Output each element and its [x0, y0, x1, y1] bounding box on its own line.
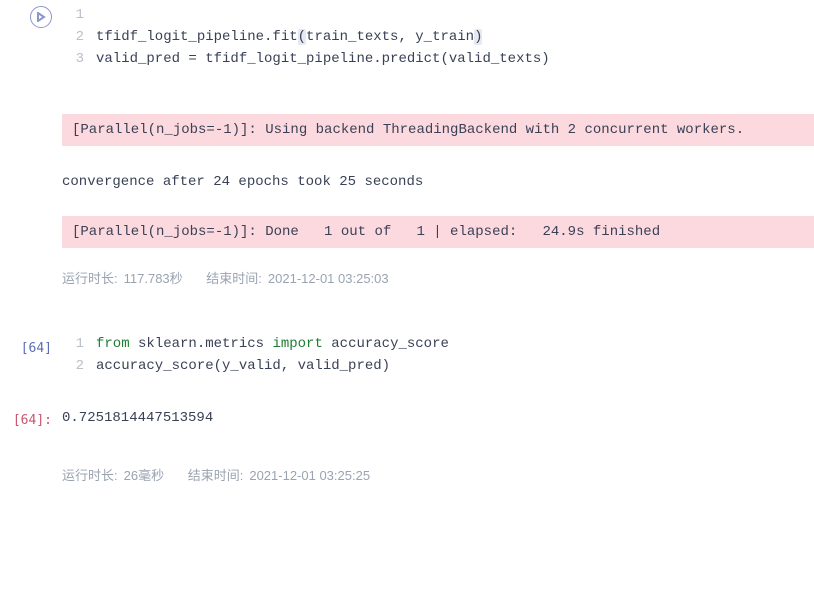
cell-content: 0.7251814447513594 运行时长: 26毫秒 结束时间: 2021-1…: [62, 401, 814, 498]
code-cell-1: 1 2 3 tfidf_logit_pipeline.fit(train_tex…: [0, 0, 814, 301]
cell-content: 1 2 3 tfidf_logit_pipeline.fit(train_tex…: [62, 0, 814, 301]
code-line: [96, 4, 814, 26]
code-line: accuracy_score(y_valid, valid_pred): [96, 355, 814, 377]
line-numbers: 1 2 3: [62, 4, 96, 70]
code-line: valid_pred = tfidf_logit_pipeline.predic…: [96, 48, 814, 70]
runtime-value: 26毫秒: [124, 468, 164, 483]
line-number: 1: [62, 4, 84, 26]
output-stderr: [Parallel(n_jobs=-1)]: Using backend Thr…: [62, 114, 814, 146]
cell-gutter: [64]: [0, 329, 62, 381]
endtime-label: 结束时间:: [206, 271, 262, 286]
code-line: from sklearn.metrics import accuracy_sco…: [96, 333, 814, 355]
cell-meta: 运行时长: 26毫秒 结束时间: 2021-12-01 03:25:25: [62, 455, 814, 498]
endtime-value: 2021-12-01 03:25:25: [249, 468, 370, 483]
cell-gutter: [64]:: [0, 401, 62, 498]
line-number: 2: [62, 355, 84, 377]
endtime-label: 结束时间:: [188, 468, 244, 483]
cell-meta: 运行时长: 117.783秒 结束时间: 2021-12-01 03:25:03: [62, 258, 814, 301]
line-number: 3: [62, 48, 84, 70]
code-line: tfidf_logit_pipeline.fit(train_texts, y_…: [96, 26, 814, 48]
run-button[interactable]: [30, 6, 52, 28]
cell-content: 1 2 from sklearn.metrics import accuracy…: [62, 329, 814, 381]
runtime-label: 运行时长:: [62, 468, 118, 483]
code-cell-2: [64] 1 2 from sklearn.metrics import acc…: [0, 329, 814, 381]
code-lines: from sklearn.metrics import accuracy_sco…: [96, 333, 814, 377]
output-result: 0.7251814447513594: [62, 401, 814, 429]
output-prompt: [64]:: [13, 407, 52, 428]
code-editor[interactable]: 1 2 3 tfidf_logit_pipeline.fit(train_tex…: [62, 0, 814, 74]
line-number: 2: [62, 26, 84, 48]
runtime-label: 运行时长:: [62, 271, 118, 286]
cell-output: [Parallel(n_jobs=-1)]: Using backend Thr…: [62, 104, 814, 258]
code-lines: tfidf_logit_pipeline.fit(train_texts, y_…: [96, 4, 814, 70]
output-stdout: convergence after 24 epochs took 25 seco…: [62, 164, 814, 198]
input-prompt: [64]: [21, 335, 52, 356]
code-editor[interactable]: 1 2 from sklearn.metrics import accuracy…: [62, 329, 814, 381]
line-numbers: 1 2: [62, 333, 96, 377]
line-number: 1: [62, 333, 84, 355]
output-row: [64]: 0.7251814447513594 运行时长: 26毫秒 结束时间:…: [0, 401, 814, 498]
endtime-value: 2021-12-01 03:25:03: [268, 271, 389, 286]
runtime-value: 117.783秒: [124, 271, 183, 286]
cell-gutter: [0, 0, 62, 301]
output-stderr: [Parallel(n_jobs=-1)]: Done 1 out of 1 |…: [62, 216, 814, 248]
play-icon: [36, 12, 46, 22]
